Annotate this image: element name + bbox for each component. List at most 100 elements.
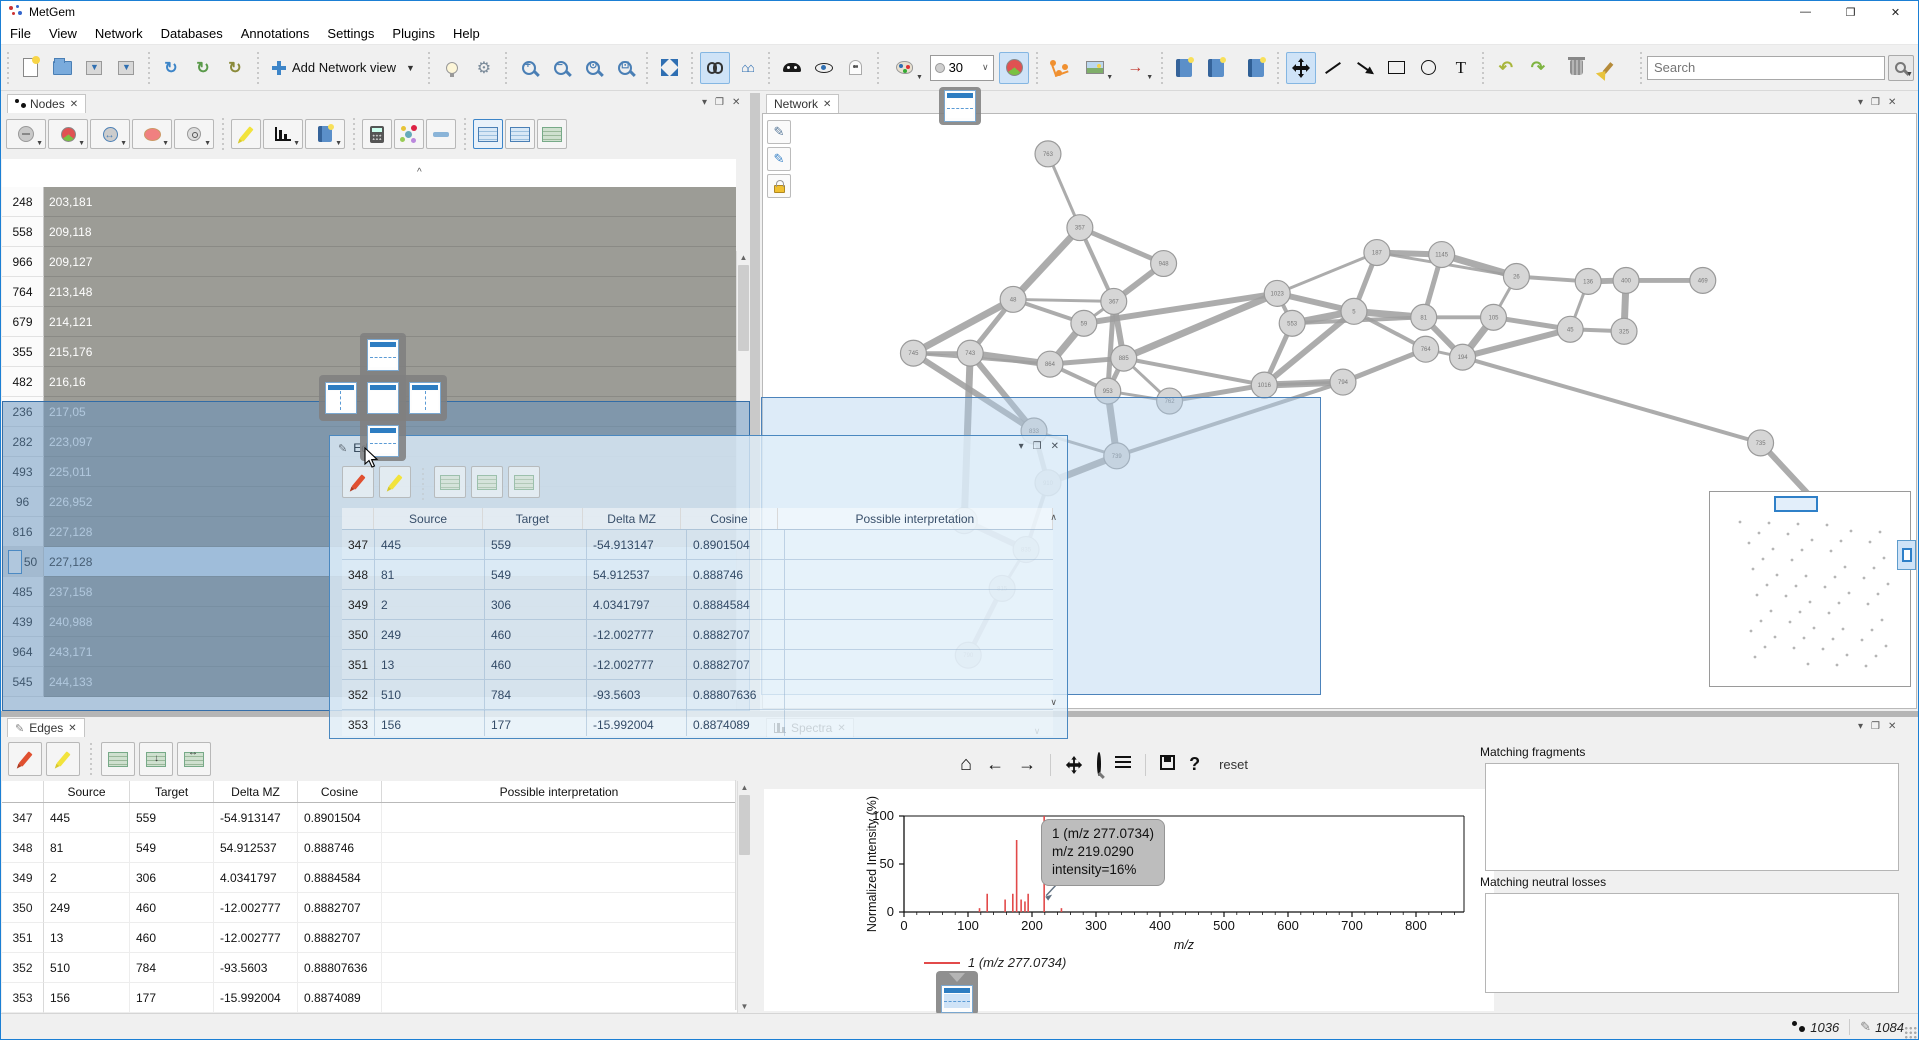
text-tool-button[interactable]: T bbox=[1446, 52, 1476, 84]
histogram-button[interactable]: ▼ bbox=[263, 119, 303, 149]
neighbors-button[interactable]: ⌂⌂ bbox=[732, 52, 762, 84]
dock-menu-icon[interactable]: ▾ bbox=[1858, 97, 1863, 108]
node-mz-value[interactable]: 203,181 bbox=[44, 187, 736, 217]
search-input[interactable] bbox=[1647, 56, 1885, 80]
dock-indicator-top[interactable] bbox=[944, 90, 976, 122]
col-target[interactable]: Target bbox=[130, 781, 214, 802]
open-project-button[interactable] bbox=[47, 52, 77, 84]
nodes-table-row[interactable]: 966209,127 bbox=[2, 247, 736, 277]
table-view-button[interactable] bbox=[473, 119, 503, 149]
edges-table-row[interactable]: 352510784-93.56030.88807636 bbox=[2, 953, 737, 983]
close-icon[interactable]: ✕ bbox=[70, 99, 78, 110]
node-color-button[interactable]: ▼ bbox=[886, 52, 924, 84]
view-spectrum-button[interactable] bbox=[1169, 52, 1199, 84]
matching-neutral-losses-box[interactable] bbox=[1485, 893, 1899, 993]
table-rows-button[interactable] bbox=[434, 466, 466, 498]
resize-grip[interactable] bbox=[1904, 1026, 1917, 1039]
pin-button[interactable]: ✎ bbox=[767, 147, 791, 171]
scroll-up-icon[interactable]: ▲ bbox=[738, 781, 751, 794]
pan-button[interactable] bbox=[1065, 756, 1083, 774]
node-mz-value[interactable]: 209,118 bbox=[44, 217, 736, 247]
help-button[interactable]: ? bbox=[1189, 754, 1200, 775]
pie-chart-mode-button[interactable] bbox=[999, 52, 1029, 84]
menu-databases[interactable]: Databases bbox=[152, 23, 232, 45]
menu-annotations[interactable]: Annotations bbox=[232, 23, 319, 45]
col-target[interactable]: Target bbox=[483, 508, 583, 529]
col-delta-mz[interactable]: Delta MZ bbox=[214, 781, 298, 802]
search-button[interactable]: ▼ bbox=[1888, 55, 1914, 81]
delete-annotations-button[interactable] bbox=[1561, 52, 1591, 84]
floating-table-header[interactable]: Source Target Delta MZ Cosine Possible i… bbox=[342, 508, 1053, 530]
menu-file[interactable]: File bbox=[1, 23, 40, 45]
node-ring-button[interactable]: ▼ bbox=[174, 119, 214, 149]
compare-spectrum-button[interactable] bbox=[1201, 52, 1231, 84]
table-sort-button[interactable] bbox=[471, 466, 503, 498]
dock-close-icon[interactable]: ✕ bbox=[1888, 721, 1896, 732]
dock-close-icon[interactable]: ✕ bbox=[1888, 97, 1896, 108]
process-file-button[interactable]: ↻ bbox=[156, 52, 186, 84]
edges-table-row[interactable]: 353156177-15.9920040.8874089 bbox=[342, 710, 1053, 736]
edges-table-row[interactable]: 352510784-93.56030.88807636 bbox=[342, 680, 1053, 710]
move-tool-button[interactable] bbox=[1286, 52, 1316, 84]
col-interpretation[interactable]: Possible interpretation bbox=[382, 781, 737, 802]
settings-tools-button[interactable]: ⚙ bbox=[469, 52, 499, 84]
dock-indicator-bottom[interactable] bbox=[941, 985, 973, 1013]
zoom-out-button[interactable]: − bbox=[546, 52, 576, 84]
menu-network[interactable]: Network bbox=[86, 23, 152, 45]
panel-handle-button[interactable] bbox=[1897, 540, 1916, 570]
dock-target-top[interactable] bbox=[367, 339, 399, 371]
col-cosine[interactable]: Cosine bbox=[298, 781, 382, 802]
table-rows-button[interactable] bbox=[101, 742, 135, 776]
zoom-in-button[interactable]: + bbox=[514, 52, 544, 84]
floating-panel-titlebar[interactable]: ✎ Edges bbox=[330, 436, 1067, 460]
node-size-button[interactable]: ▼ bbox=[90, 119, 130, 149]
highlight-yellow-button[interactable] bbox=[379, 466, 411, 498]
edge-width-button[interactable] bbox=[426, 119, 456, 149]
forward-button[interactable]: → bbox=[1018, 754, 1036, 775]
minimize-button[interactable]: — bbox=[1783, 1, 1828, 23]
close-icon[interactable]: ✕ bbox=[823, 99, 831, 110]
table-fit-button[interactable]: ↔ bbox=[177, 742, 211, 776]
spectrum-figure[interactable]: 0501000100200300400500600700800m/zNormal… bbox=[764, 789, 1494, 1011]
save-figure-button[interactable] bbox=[1160, 754, 1175, 775]
floating-edges-panel[interactable]: ✎ Edges ▾ ❐ ✕ Source Target Delta MZ Cos… bbox=[329, 435, 1068, 739]
new-project-button[interactable] bbox=[15, 52, 45, 84]
node-mz-value[interactable]: 209,127 bbox=[44, 247, 736, 277]
add-network-view-button[interactable]: Add Network view ▼ bbox=[264, 53, 423, 83]
redo-button[interactable]: ↷ bbox=[1523, 52, 1553, 84]
table-export-button[interactable] bbox=[537, 119, 567, 149]
zoom-rect-button[interactable] bbox=[1097, 754, 1101, 775]
row-header[interactable]: 558 bbox=[2, 217, 44, 247]
tab-edges[interactable]: ✎ Edges ✕ bbox=[7, 718, 85, 737]
fit-view-button[interactable] bbox=[655, 52, 685, 84]
title-bar[interactable]: MetGem — ❐ ✕ bbox=[1, 1, 1918, 23]
home-button[interactable]: ⌂ bbox=[960, 753, 972, 776]
node-color-mapping-button[interactable]: ▼ bbox=[132, 119, 172, 149]
dock-float-icon[interactable]: ❐ bbox=[1871, 97, 1880, 108]
row-header[interactable]: 482 bbox=[2, 367, 44, 397]
draw-arrow-tool-button[interactable] bbox=[1350, 52, 1380, 84]
edges-scrollbar[interactable]: ▲ ▼ bbox=[737, 781, 751, 1013]
menu-view[interactable]: View bbox=[40, 23, 86, 45]
dock-menu-icon[interactable]: ▾ bbox=[1019, 441, 1024, 452]
col-delta-mz[interactable]: Delta MZ bbox=[583, 508, 681, 529]
edges-table-row[interactable]: 350249460-12.0027770.8882707 bbox=[342, 620, 1053, 650]
export-image-button[interactable]: ▼ bbox=[1076, 52, 1114, 84]
scroll-down-icon[interactable]: ▼ bbox=[738, 1000, 751, 1013]
highlight-yellow-button[interactable] bbox=[46, 742, 80, 776]
clear-annotations-button[interactable] bbox=[1593, 52, 1623, 84]
dock-target-right[interactable] bbox=[409, 382, 441, 414]
edges-table-row[interactable]: 347445559-54.9131470.8901504 bbox=[2, 803, 737, 833]
close-icon[interactable]: ✕ bbox=[68, 723, 76, 734]
table-sort-button[interactable]: ↓ bbox=[139, 742, 173, 776]
import-metadata-button[interactable]: ↻ bbox=[188, 52, 218, 84]
zoom-reset-button[interactable]: ⊙ bbox=[578, 52, 608, 84]
scroll-up-icon[interactable]: ▲ bbox=[737, 251, 750, 264]
highlight-nodes-button[interactable] bbox=[231, 119, 261, 149]
close-button[interactable]: ✕ bbox=[1873, 1, 1918, 23]
nodes-table-row[interactable]: 764213,148 bbox=[2, 277, 736, 307]
node-bg-color-button[interactable]: ▼ bbox=[6, 119, 46, 149]
label-size-combobox[interactable]: 30 ∨ bbox=[930, 55, 994, 81]
node-pie-button[interactable]: ▼ bbox=[48, 119, 88, 149]
edges-table-row[interactable]: 35113460-12.0027770.8882707 bbox=[2, 923, 737, 953]
